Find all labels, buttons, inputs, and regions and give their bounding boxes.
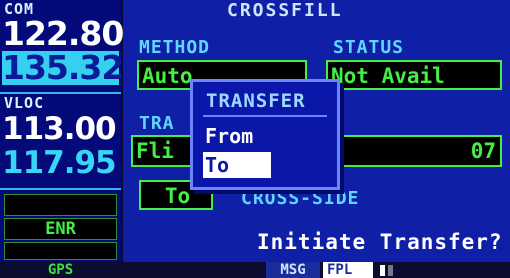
msg-button[interactable]: MSG bbox=[266, 262, 320, 278]
popup-title: TRANSFER bbox=[206, 90, 306, 112]
transfer-popup: TRANSFER From To bbox=[190, 79, 340, 190]
cdi-mode-indicator[interactable]: ENR bbox=[4, 218, 117, 240]
page-title: CROSSFILL bbox=[227, 0, 343, 21]
annunciator-box bbox=[4, 242, 117, 260]
popup-divider bbox=[203, 115, 327, 117]
transfer-option-to[interactable]: To bbox=[203, 152, 271, 178]
vloc-label: VLOC bbox=[4, 94, 45, 112]
status-label: STATUS bbox=[333, 37, 405, 58]
divider bbox=[0, 188, 121, 190]
initiate-transfer-prompt[interactable]: Initiate Transfer? bbox=[257, 230, 503, 254]
vloc-active-frequency: 113.00 bbox=[2, 111, 117, 147]
page-indicator-active bbox=[380, 265, 385, 276]
status-field: Not Avail bbox=[326, 60, 502, 90]
com-standby-highlight[interactable]: 135.325 bbox=[2, 51, 146, 85]
bottom-status-bar: GPS MSG FPL bbox=[0, 262, 510, 278]
page-indicator bbox=[388, 265, 393, 276]
annunciator-box bbox=[4, 194, 117, 216]
method-label: METHOD bbox=[139, 37, 211, 58]
flight-plan-value: Fli bbox=[136, 139, 174, 163]
vloc-standby-frequency[interactable]: 117.95 bbox=[2, 147, 117, 180]
frequency-column: COM 122.800 135.325 VLOC 113.00 117.95 E… bbox=[0, 0, 146, 262]
fpl-tab[interactable]: FPL bbox=[323, 262, 373, 278]
flight-plan-number: 07 bbox=[470, 139, 496, 163]
gps-mode-indicator[interactable]: GPS bbox=[0, 262, 121, 278]
fpl-label: FPL bbox=[327, 262, 353, 278]
transfer-label: TRA bbox=[139, 113, 175, 134]
transfer-option-from[interactable]: From bbox=[205, 124, 253, 148]
cross-side-label: CROSS-SIDE bbox=[241, 188, 360, 209]
